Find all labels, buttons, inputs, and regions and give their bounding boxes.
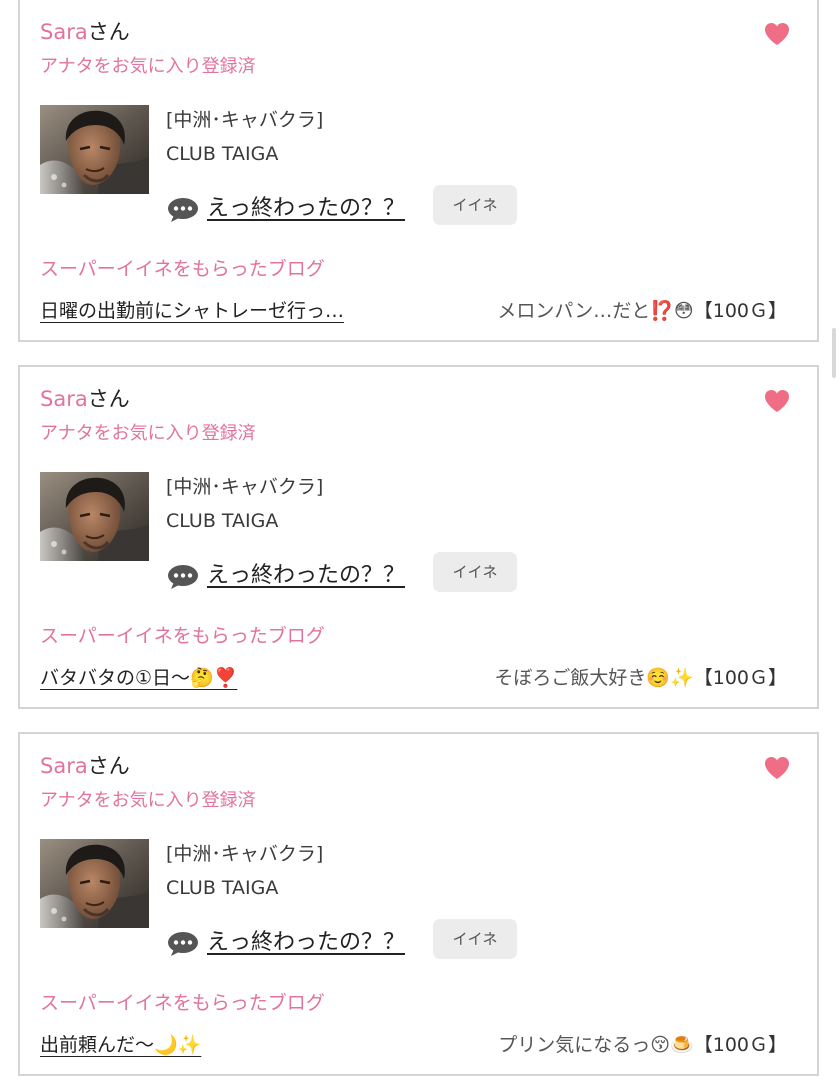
- gift-price: 【100Ｇ】: [693, 667, 787, 689]
- gift-info: プリン気になるっ😚🍮【100Ｇ】: [498, 1031, 787, 1059]
- message-link[interactable]: えっ終わったの？？: [207, 561, 405, 591]
- avatar[interactable]: [40, 839, 149, 928]
- shop-area: [中洲･キャバクラ]: [166, 843, 324, 865]
- avatar[interactable]: [40, 472, 149, 561]
- gift-name: メロンパン…だと⁉️😳: [497, 300, 694, 322]
- gift-name: そぼろご飯大好き☺️✨: [494, 667, 694, 689]
- gift-name: プリン気になるっ😚🍮: [498, 1034, 694, 1056]
- like-button[interactable]: イイネ: [433, 185, 517, 225]
- like-button[interactable]: イイネ: [433, 919, 517, 959]
- sender-name[interactable]: Saraさん: [40, 385, 130, 413]
- favorite-status-label: アナタをお気に入り登録済: [40, 790, 256, 811]
- speech-bubble-icon: [167, 931, 199, 957]
- speech-bubble-icon: [167, 564, 199, 590]
- gift-info: そぼろご飯大好き☺️✨【100Ｇ】: [494, 664, 787, 692]
- avatar[interactable]: [40, 105, 149, 194]
- favorite-status-label: アナタをお気に入り登録済: [40, 56, 256, 77]
- shop-name: CLUB TAIGA: [166, 143, 279, 165]
- speech-bubble-icon: [167, 197, 199, 223]
- heart-icon[interactable]: [764, 389, 790, 413]
- message-link[interactable]: えっ終わったの？？: [207, 194, 405, 224]
- sender-name[interactable]: Saraさん: [40, 18, 130, 46]
- super-like-card: Saraさん アナタをお気に入り登録済 [中洲･キャバクラ] CLUB TAIG…: [18, 732, 819, 1076]
- gift-price: 【100Ｇ】: [693, 300, 787, 322]
- shop-name: CLUB TAIGA: [166, 877, 279, 899]
- heart-icon[interactable]: [764, 756, 790, 780]
- shop-area: [中洲･キャバクラ]: [166, 476, 324, 498]
- shop-area: [中洲･キャバクラ]: [166, 109, 324, 131]
- blog-title-link[interactable]: バタバタの①日〜🤔❣️: [40, 664, 237, 692]
- message-link[interactable]: えっ終わったの？？: [207, 928, 405, 958]
- super-like-blog-heading: スーパーイイネをもらったブログ: [40, 625, 325, 647]
- heart-icon[interactable]: [764, 22, 790, 46]
- sender-name[interactable]: Saraさん: [40, 752, 130, 780]
- gift-price: 【100Ｇ】: [693, 1034, 787, 1056]
- super-like-blog-heading: スーパーイイネをもらったブログ: [40, 258, 325, 280]
- shop-name: CLUB TAIGA: [166, 510, 279, 532]
- notification-list: Saraさん アナタをお気に入り登録済 [中洲･キャバクラ] CLUB TAIG…: [0, 0, 840, 1089]
- gift-info: メロンパン…だと⁉️😳【100Ｇ】: [497, 297, 787, 325]
- super-like-blog-heading: スーパーイイネをもらったブログ: [40, 992, 325, 1014]
- super-like-card: Saraさん アナタをお気に入り登録済 [中洲･キャバクラ] CLUB TAIG…: [18, 365, 819, 709]
- scrollbar[interactable]: [832, 328, 836, 378]
- favorite-status-label: アナタをお気に入り登録済: [40, 423, 256, 444]
- blog-title-link[interactable]: 日曜の出勤前にシャトレーゼ行っ…: [40, 297, 344, 325]
- blog-title-link[interactable]: 出前頼んだ〜🌙✨: [40, 1031, 201, 1059]
- like-button[interactable]: イイネ: [433, 552, 517, 592]
- super-like-card: Saraさん アナタをお気に入り登録済 [中洲･キャバクラ] CLUB TAIG…: [18, 0, 819, 342]
